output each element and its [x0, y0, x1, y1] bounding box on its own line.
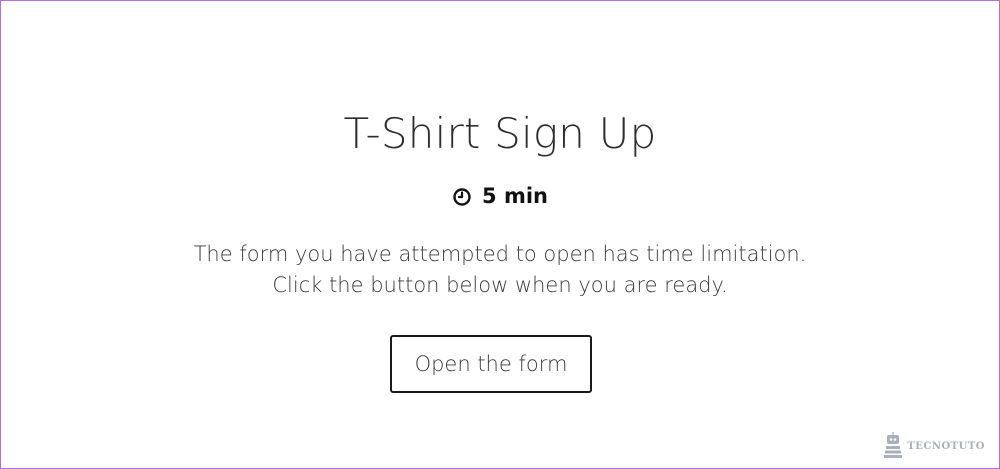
open-form-button[interactable]: Open the form: [390, 335, 592, 393]
time-limit-message: The form you have attempted to open has …: [1, 239, 999, 301]
robot-logo-icon: [883, 432, 903, 460]
time-limit: 5 min: [1, 186, 999, 207]
page-frame: T-Shirt Sign Up 5 min The form you have …: [0, 0, 1000, 469]
time-limit-value: 5 min: [482, 184, 548, 208]
message-line-1: The form you have attempted to open has …: [193, 242, 807, 266]
watermark-brand: TECNOTUTO: [907, 440, 985, 452]
clock-icon: [452, 187, 472, 207]
form-title: T-Shirt Sign Up: [343, 109, 657, 158]
message-line-2: Click the button below when you are read…: [272, 273, 728, 297]
watermark: TECNOTUTO: [883, 432, 985, 460]
